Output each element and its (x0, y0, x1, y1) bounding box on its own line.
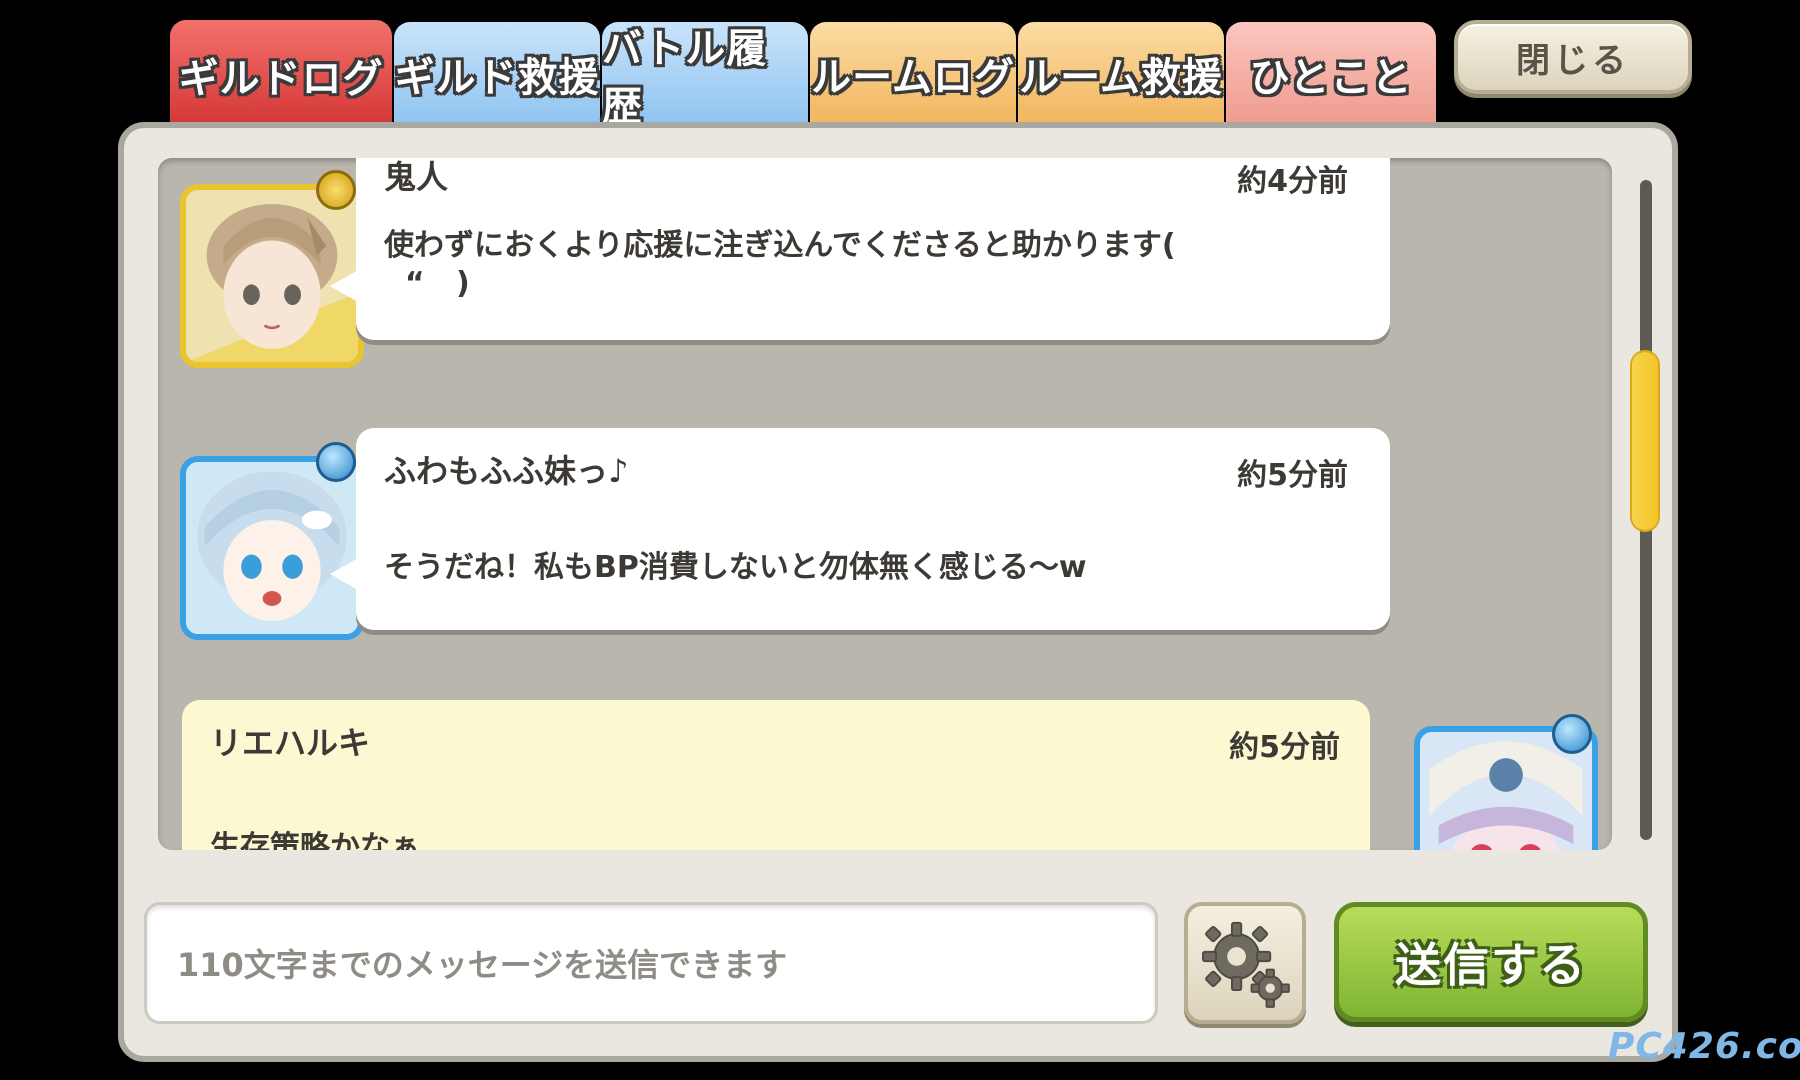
character-portrait-icon (186, 462, 358, 634)
scrollbar-thumb[interactable] (1632, 352, 1658, 530)
message-text: そうだね！私もBP消費しないと勿体無く感じる～w (384, 550, 1087, 585)
water-drop-badge-icon (316, 442, 356, 482)
tab-room-rescue[interactable]: ルーム救援 (1018, 22, 1224, 126)
chat-log[interactable]: 鬼人 約4分前 使わずにおくより応援に注ぎ込んでくださると助かります( “ ) … (158, 158, 1612, 850)
tab-label: ひとこと (1249, 55, 1413, 101)
input-placeholder: 110文字までのメッセージを送信できます (177, 946, 788, 984)
gear-icon (1202, 921, 1290, 1008)
message-input[interactable]: 110文字までのメッセージを送信できます (144, 902, 1158, 1024)
sender-name[interactable]: 鬼人 (384, 158, 448, 198)
tab-room-log[interactable]: ルームログ (810, 22, 1016, 126)
tab-guild-log[interactable]: ギルドログ (170, 20, 392, 152)
message-time: 約5分前 (1229, 730, 1340, 765)
settings-button[interactable] (1184, 902, 1306, 1024)
message-time: 約5分前 (1237, 458, 1348, 493)
sender-name[interactable]: ふわもふふ妹っ♪ (384, 446, 628, 492)
tab-hitokoto[interactable]: ひとこと (1226, 22, 1436, 126)
close-button[interactable]: 閉じる (1454, 20, 1692, 94)
compass-badge-icon (316, 170, 356, 210)
message-text: 生存策略かなぁ (210, 830, 420, 850)
message-text-continued: “ ) (384, 266, 470, 301)
message-bubble: ふわもふふ妹っ♪ 約5分前 そうだね！私もBP消費しないと勿体無く感じる～w (330, 428, 1390, 630)
water-drop-badge-icon (1552, 714, 1592, 754)
message-text: 使わずにおくより応援に注ぎ込んでくださると助かります( (384, 228, 1176, 263)
tab-label: ルーム救援 (1019, 55, 1223, 101)
avatar[interactable] (180, 456, 364, 640)
tab-label: バトル履歴 (602, 26, 768, 130)
own-message-bubble: リエハルキ 約5分前 生存策略かなぁ (182, 700, 1370, 850)
tab-label: ギルドログ (178, 56, 384, 102)
message-time: 約4分前 (1237, 164, 1348, 199)
tab-battle-history[interactable]: バトル履歴 (602, 22, 808, 130)
watermark: PC426.com (1608, 1026, 1800, 1067)
sender-name[interactable]: リエハルキ (210, 718, 370, 764)
bubble-tail (330, 558, 358, 590)
bubble-tail (330, 270, 358, 302)
tab-label: ルームログ (811, 55, 1015, 101)
send-button[interactable]: 送信する (1334, 902, 1648, 1022)
tab-label: ギルド救援 (394, 55, 600, 101)
message-bubble: 鬼人 約4分前 使わずにおくより応援に注ぎ込んでくださると助かります( “ ) (330, 158, 1390, 340)
tab-guild-rescue[interactable]: ギルド救援 (394, 22, 600, 126)
